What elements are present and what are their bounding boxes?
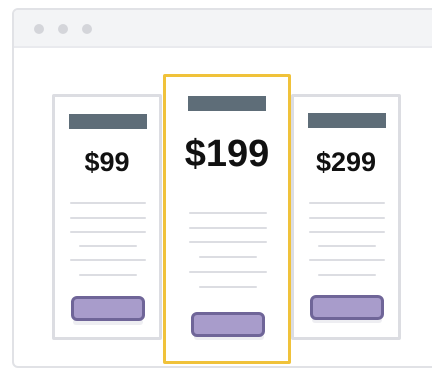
feature-line <box>70 202 146 204</box>
feature-line <box>70 231 146 233</box>
plan-price: $299 <box>315 147 377 177</box>
plan-name-placeholder <box>188 96 266 111</box>
feature-line <box>70 217 146 219</box>
feature-line <box>79 245 137 247</box>
feature-line <box>70 259 146 261</box>
plan-name-placeholder <box>308 113 386 128</box>
feature-line <box>189 227 267 229</box>
pricing-card-premium: $299 <box>291 94 401 340</box>
pricing-card-basic: $99 <box>52 94 162 340</box>
pricing-card-featured: $199 <box>163 74 291 364</box>
window-maximize-dot[interactable] <box>82 24 92 34</box>
feature-line <box>309 202 385 204</box>
plan-price: $99 <box>84 147 130 177</box>
window-minimize-dot[interactable] <box>58 24 68 34</box>
feature-line <box>309 259 385 261</box>
feature-line <box>199 256 257 258</box>
feature-line <box>199 286 257 288</box>
plan-price: $199 <box>184 133 270 175</box>
feature-line <box>189 241 267 243</box>
window-titlebar <box>14 10 432 48</box>
select-plan-button[interactable] <box>191 312 265 337</box>
window-close-dot[interactable] <box>34 24 44 34</box>
select-plan-button[interactable] <box>310 295 384 320</box>
feature-line <box>309 231 385 233</box>
plan-name-placeholder <box>69 114 147 129</box>
feature-line <box>79 274 137 276</box>
feature-line <box>309 217 385 219</box>
select-plan-button[interactable] <box>71 296 145 321</box>
feature-line <box>189 212 267 214</box>
feature-line <box>318 245 376 247</box>
feature-line <box>189 271 267 273</box>
feature-line <box>318 274 376 276</box>
